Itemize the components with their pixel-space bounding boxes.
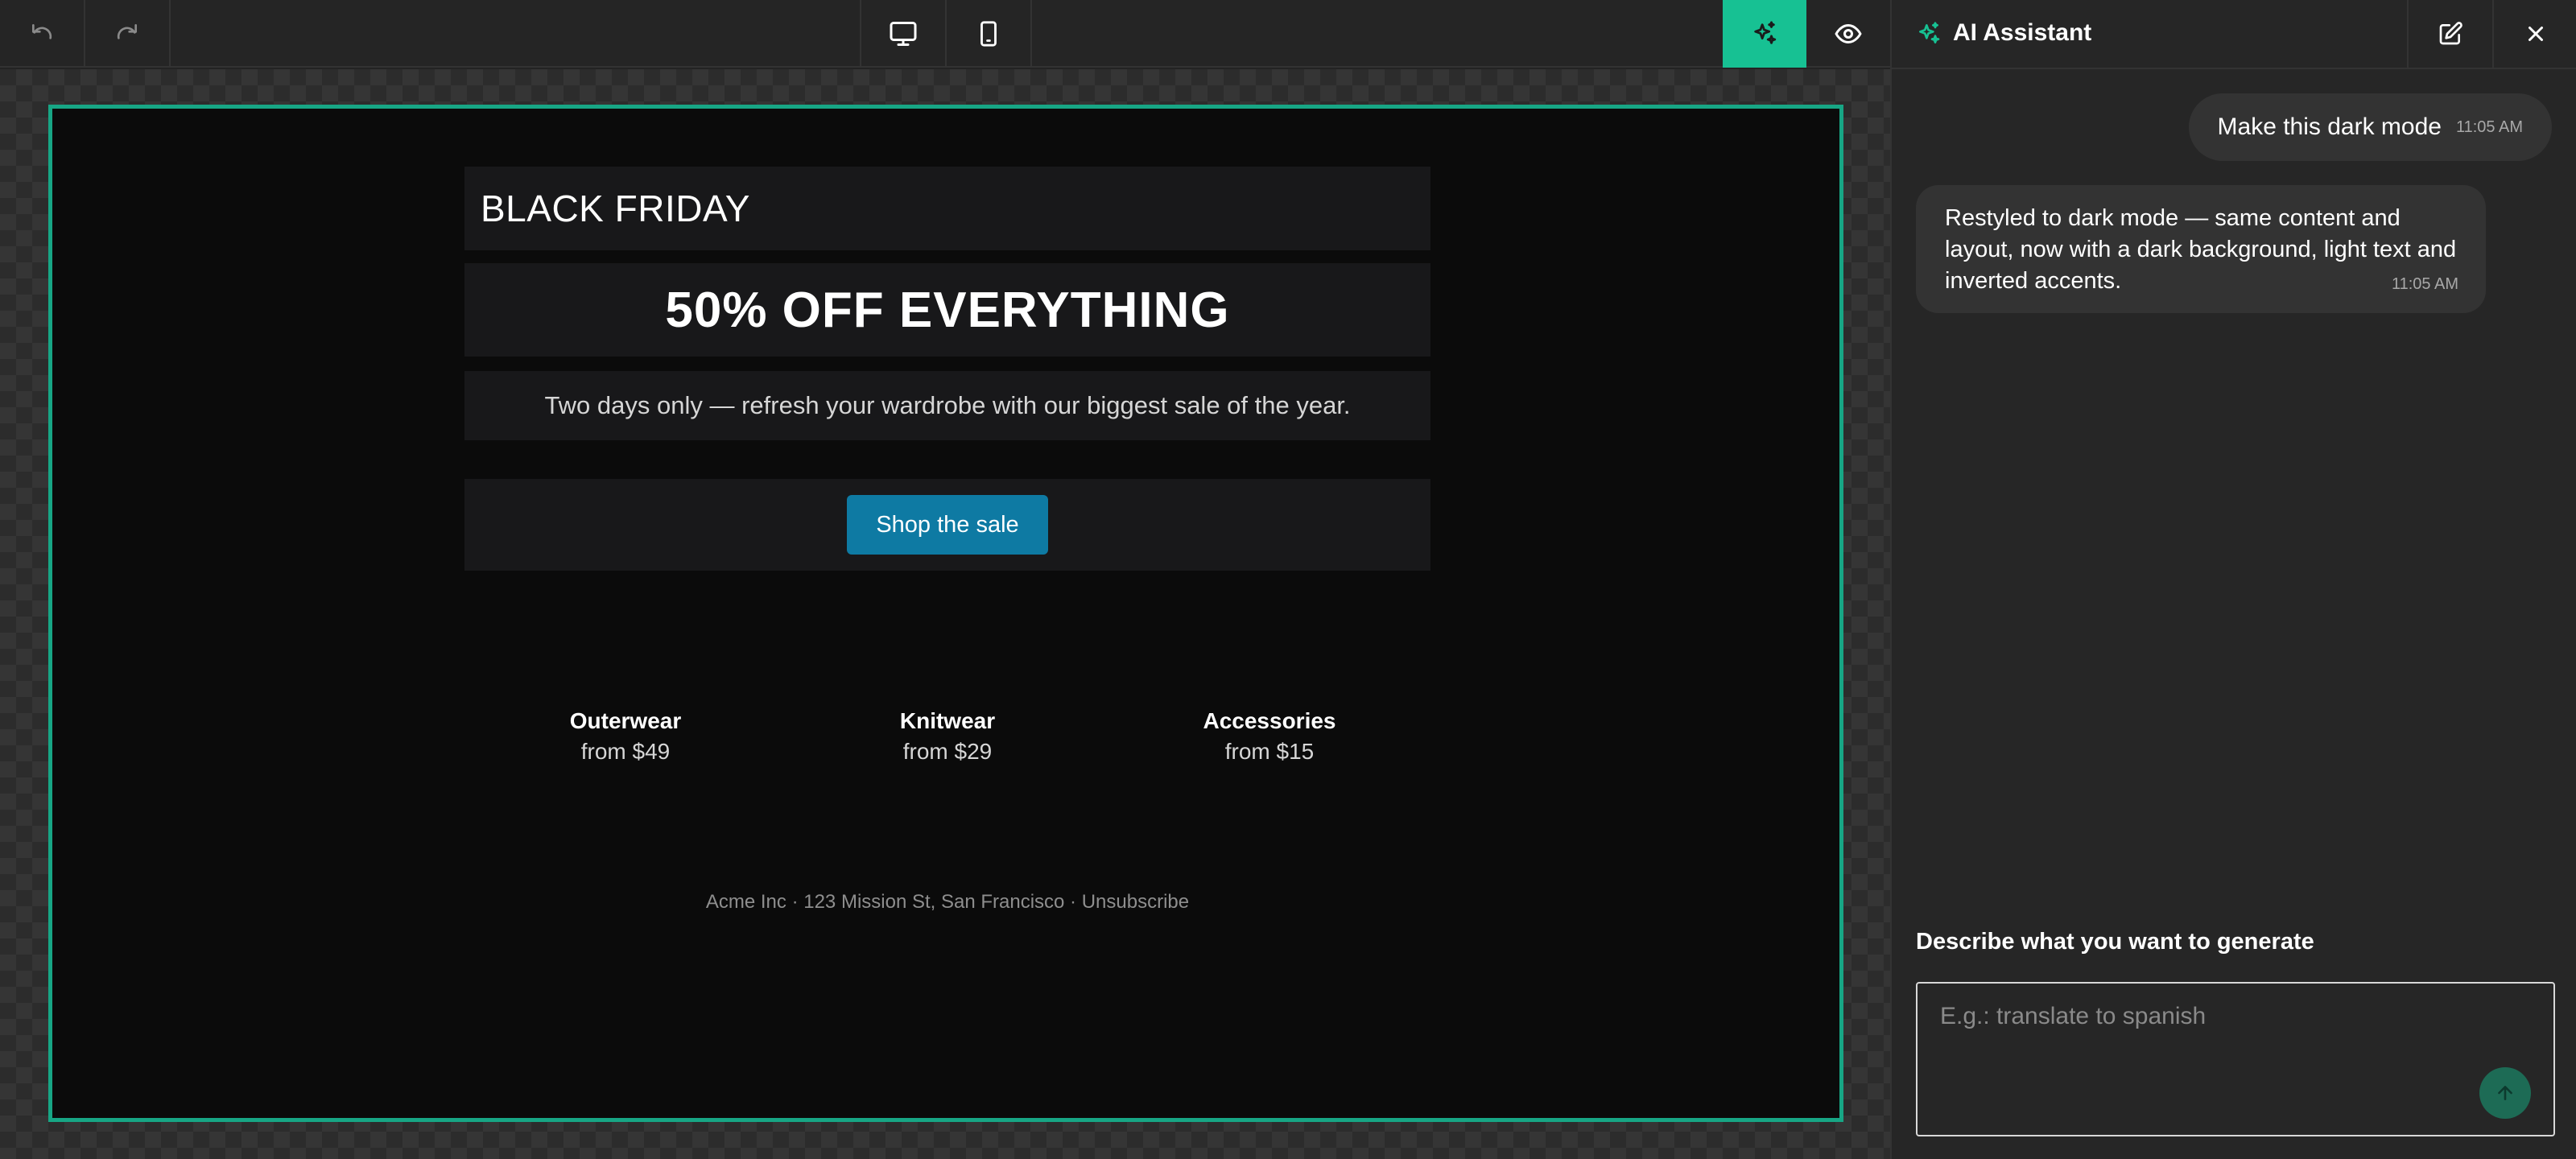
category-name: Accessories [1203,708,1336,733]
mobile-view-button[interactable] [947,0,1030,68]
sparkles-icon [1754,21,1777,44]
desktop-icon [890,22,917,46]
button-block[interactable]: Shop the sale [464,479,1430,571]
redo-button[interactable] [85,0,169,68]
message-text: Restyled to dark mode — same content and… [1945,205,2457,294]
category-item[interactable]: Accessories from $15 [1108,706,1430,778]
message-time: 11:05 AM [2391,275,2458,293]
preview-button[interactable] [1806,0,1890,68]
edit-icon [2439,22,2462,45]
category-name: Knitwear [899,708,996,733]
desktop-view-button[interactable] [861,0,945,68]
send-button[interactable] [2479,1067,2531,1119]
heading-block[interactable]: BLACK FRIDAY [464,167,1430,250]
close-panel-button[interactable] [2494,0,2576,68]
arrow-up-icon [2498,1086,2512,1100]
message-time: 11:05 AM [2455,118,2523,136]
eye-icon [1835,24,1862,43]
category-name: Outerwear [569,708,682,733]
editor-toolbar [0,0,1890,68]
shop-sale-button[interactable]: Shop the sale [847,495,1048,555]
category-price: from $49 [580,739,671,764]
prompt-label: Describe what you want to generate [1916,929,2314,955]
message-text: Make this dark mode [2217,113,2442,140]
assistant-message: Restyled to dark mode — same content and… [1916,185,2486,313]
category-item[interactable]: Knitwear from $29 [786,706,1108,778]
email-preview[interactable]: BLACK FRIDAY 50% OFF EVERYTHING Two days… [48,105,1843,1122]
email-footer: Acme Inc · 123 Mission St, San Francisco… [705,891,1190,913]
category-price: from $29 [902,739,993,764]
email-heading: BLACK FRIDAY [481,188,750,229]
user-message: Make this dark mode 11:05 AM [2188,93,2552,161]
redo-icon [117,24,137,39]
mobile-icon [980,21,997,47]
panel-header: AI Assistant [1892,0,2576,69]
undo-icon [32,24,52,39]
category-item[interactable]: Outerwear from $49 [464,706,786,778]
editor-canvas: BLACK FRIDAY 50% OFF EVERYTHING Two days… [0,69,1890,1159]
category-price: from $15 [1224,739,1315,764]
new-chat-button[interactable] [2409,0,2492,68]
sparkles-icon [1919,22,1940,43]
close-icon [2529,27,2543,41]
title-block[interactable]: 50% OFF EVERYTHING [464,263,1430,357]
prompt-box [1916,982,2555,1136]
email-subtitle: Two days only — refresh your wardrobe wi… [544,391,1351,419]
ai-assistant-panel: AI Assistant Make this dark mode 11:05 A… [1890,0,2576,1159]
prompt-input[interactable] [1918,984,2553,1135]
undo-button[interactable] [0,0,84,68]
category-row: Outerwear from $49 Knitwear from $29 Acc… [464,706,1430,778]
email-title: 50% OFF EVERYTHING [665,282,1230,338]
subtitle-block[interactable]: Two days only — refresh your wardrobe wi… [464,371,1430,440]
ai-assistant-toggle[interactable] [1723,0,1806,68]
panel-title: AI Assistant [1953,19,2092,46]
